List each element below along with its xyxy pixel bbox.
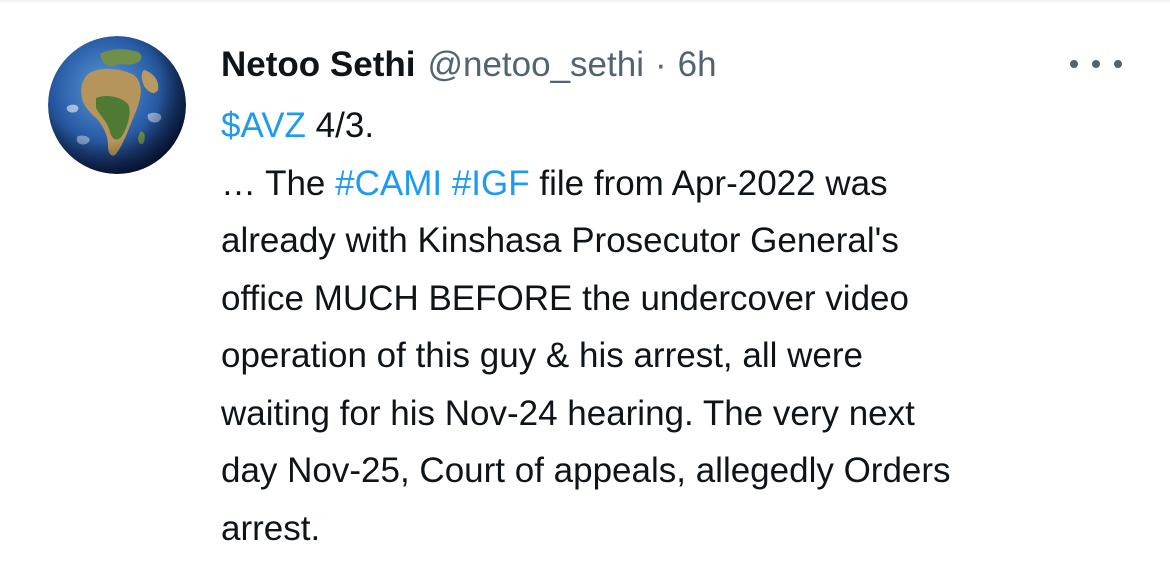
tweet-text-span [442, 164, 452, 203]
tweet-header: Netoo Sethi @netoo_sethi · 6h [221, 40, 717, 90]
more-dot [1070, 60, 1078, 68]
author-name[interactable]: Netoo Sethi [221, 40, 415, 90]
tweet-line: … The #CAMI #IGF file from Apr-2022 was [221, 155, 1141, 213]
header-separator: · [654, 45, 667, 84]
tweet-text-span: 4/3. [305, 106, 375, 145]
avatar[interactable] [48, 36, 186, 174]
tweet-timestamp[interactable]: 6h [678, 40, 717, 90]
tweet-line: office MUCH BEFORE the undercover video [221, 278, 909, 318]
earth-globe-icon [48, 36, 186, 174]
more-dot [1114, 60, 1122, 68]
cashtag-link[interactable]: $AVZ [221, 106, 306, 145]
hashtag-link[interactable]: #IGF [452, 164, 530, 203]
tweet-line: day Nov-25, Court of appeals, allegedly … [221, 451, 951, 490]
more-dot [1092, 60, 1100, 68]
tweet-line: waiting for his Nov-24 hearing. The very… [221, 393, 915, 433]
tweet-text: $AVZ 4/3. … The #CAMI #IGF file from Apr… [221, 97, 1141, 557]
tweet-text-span: … The [221, 163, 336, 203]
top-divider [0, 0, 1170, 2]
hashtag-link[interactable]: #CAMI [335, 164, 442, 203]
tweet-text-span: file from Apr-2022 was [529, 163, 888, 203]
more-options-icon[interactable] [1070, 54, 1122, 74]
tweet-line: already with Kinshasa Prosecutor General… [221, 221, 899, 260]
tweet-line: $AVZ 4/3. [221, 97, 1141, 155]
tweet-line: operation of this guy & his arrest, all … [221, 336, 863, 375]
author-handle[interactable]: @netoo_sethi [427, 40, 644, 90]
tweet-line: arrest. [221, 508, 321, 548]
